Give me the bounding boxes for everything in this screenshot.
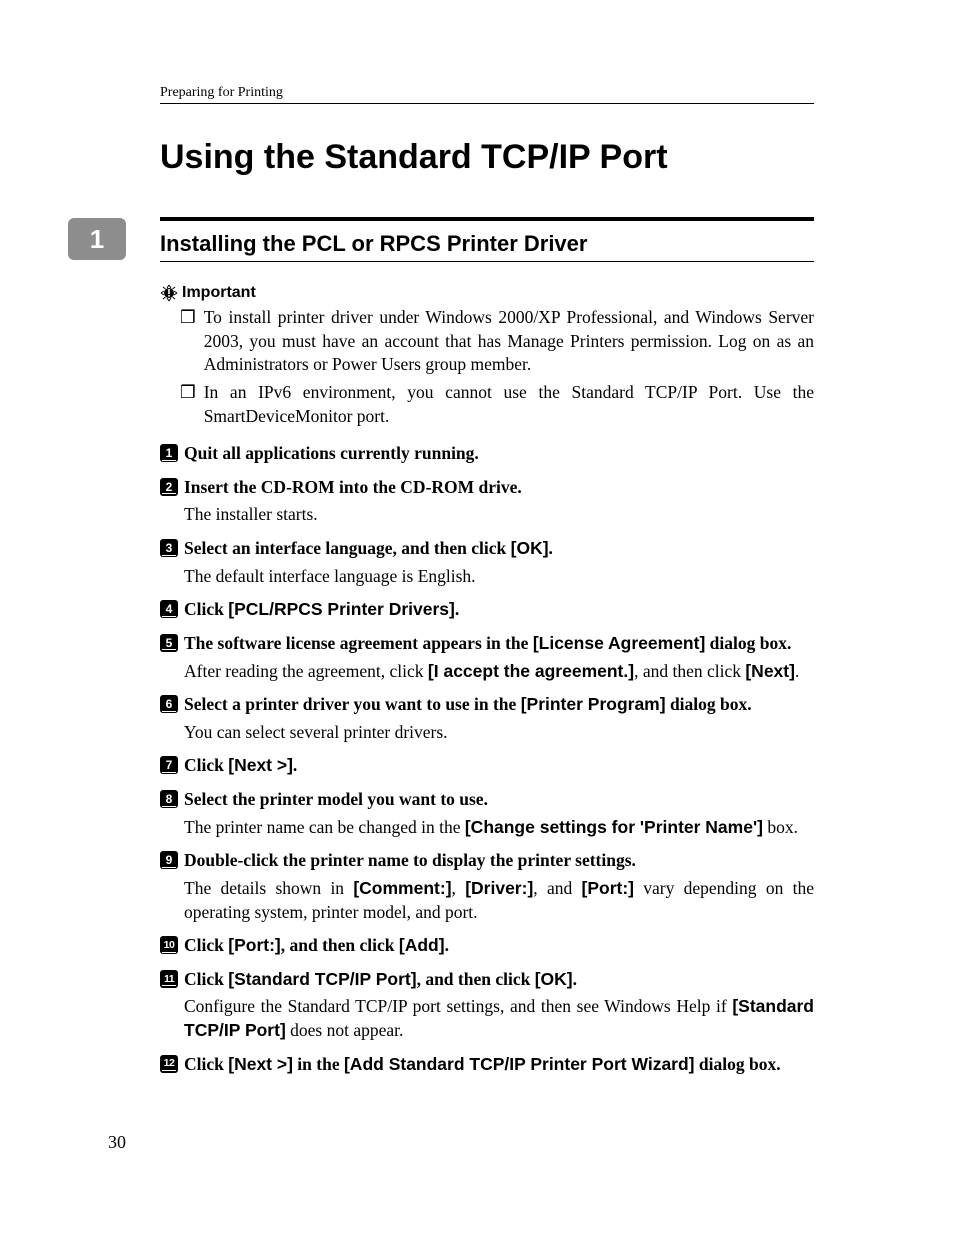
bullet-marker: ❒ [180, 306, 196, 377]
ui-ref: [Add Standard TCP/IP Printer Port Wizard… [344, 1054, 695, 1074]
ui-ref: [Comment:] [353, 878, 451, 898]
step-body: You can select several printer drivers. [184, 721, 814, 745]
step-3: 3 Select an interface language, and then… [160, 537, 814, 588]
step-8: 8 Select the printer model you want to u… [160, 788, 814, 839]
section-heading: Installing the PCL or RPCS Printer Drive… [160, 231, 814, 262]
step-title: Insert the CD-ROM into the CD-ROM drive. [184, 476, 814, 500]
ui-ref: [Driver:] [465, 878, 533, 898]
step-7: 7 Click [Next >]. [160, 754, 814, 778]
step-1: 1 Quit all applications currently runnin… [160, 442, 814, 466]
step-number-icon: 11 [160, 970, 178, 988]
step-title: Select a printer driver you want to use … [184, 693, 814, 717]
step-title: Click [Standard TCP/IP Port], and then c… [184, 968, 814, 992]
step-title: Click [Next >]. [184, 754, 814, 778]
page-title: Using the Standard TCP/IP Port [160, 138, 814, 177]
ui-ref: [Add] [399, 935, 445, 955]
step-body: The printer name can be changed in the [… [184, 816, 814, 840]
ui-ref: [I accept the agreement.] [428, 661, 634, 681]
chapter-tab: 1 [68, 218, 126, 260]
ui-ref: [Port:] [228, 935, 280, 955]
step-11: 11 Click [Standard TCP/IP Port], and the… [160, 968, 814, 1043]
step-body: After reading the agreement, click [I ac… [184, 660, 814, 684]
step-number-icon: 4 [160, 600, 178, 618]
important-label: Important [182, 284, 256, 302]
ui-ref: [Change settings for 'Printer Name'] [465, 817, 763, 837]
step-body: The default interface language is Englis… [184, 565, 814, 589]
step-title: Select the printer model you want to use… [184, 788, 814, 812]
step-body: Configure the Standard TCP/IP port setti… [184, 995, 814, 1042]
important-icon [160, 284, 178, 302]
step-number-icon: 5 [160, 634, 178, 652]
bullet-item: ❒ To install printer driver under Window… [180, 306, 814, 377]
step-5: 5 The software license agreement appears… [160, 632, 814, 683]
bullet-text: In an IPv6 environment, you cannot use t… [204, 381, 814, 428]
step-title: Select an interface language, and then c… [184, 537, 814, 561]
step-title: The software license agreement appears i… [184, 632, 814, 656]
step-number-icon: 8 [160, 790, 178, 808]
bullet-text: To install printer driver under Windows … [204, 306, 814, 377]
ui-ref: [License Agreement] [533, 633, 705, 653]
step-number-icon: 7 [160, 756, 178, 774]
ui-ref: [PCL/RPCS Printer Drivers] [228, 599, 455, 619]
step-number-icon: 6 [160, 695, 178, 713]
ui-ref: [Port:] [582, 878, 634, 898]
step-body: The installer starts. [184, 503, 814, 527]
step-10: 10 Click [Port:], and then click [Add]. [160, 934, 814, 958]
document-page: Preparing for Printing Using the Standar… [0, 0, 954, 1235]
step-number-icon: 1 [160, 444, 178, 462]
ui-ref: [Next >] [228, 755, 293, 775]
step-9: 9 Double-click the printer name to displ… [160, 849, 814, 924]
step-title: Click [Port:], and then click [Add]. [184, 934, 814, 958]
ui-ref: [Next >] [228, 1054, 293, 1074]
ui-ref: [Next] [745, 661, 795, 681]
ui-ref: [Standard TCP/IP Port] [228, 969, 416, 989]
running-head: Preparing for Printing [160, 85, 814, 104]
section-rule [160, 217, 814, 221]
step-title: Click [Next >] in the [Add Standard TCP/… [184, 1053, 814, 1077]
step-number-icon: 12 [160, 1055, 178, 1073]
step-2: 2 Insert the CD-ROM into the CD-ROM driv… [160, 476, 814, 527]
step-body: The details shown in [Comment:], [Driver… [184, 877, 814, 924]
ui-ref: [OK] [511, 538, 549, 558]
steps-list: 1 Quit all applications currently runnin… [160, 442, 814, 1076]
ui-ref: [OK] [535, 969, 573, 989]
step-title: Quit all applications currently running. [184, 442, 814, 466]
page-number: 30 [108, 1132, 126, 1153]
step-number-icon: 2 [160, 478, 178, 496]
ui-ref: [Printer Program] [521, 694, 666, 714]
important-callout: Important [160, 284, 814, 302]
step-title: Click [PCL/RPCS Printer Drivers]. [184, 598, 814, 622]
step-number-icon: 9 [160, 851, 178, 869]
step-title: Double-click the printer name to display… [184, 849, 814, 873]
step-12: 12 Click [Next >] in the [Add Standard T… [160, 1053, 814, 1077]
step-6: 6 Select a printer driver you want to us… [160, 693, 814, 744]
step-4: 4 Click [PCL/RPCS Printer Drivers]. [160, 598, 814, 622]
important-bullets: ❒ To install printer driver under Window… [180, 306, 814, 428]
bullet-marker: ❒ [180, 381, 196, 428]
bullet-item: ❒ In an IPv6 environment, you cannot use… [180, 381, 814, 428]
step-number-icon: 10 [160, 936, 178, 954]
step-number-icon: 3 [160, 539, 178, 557]
